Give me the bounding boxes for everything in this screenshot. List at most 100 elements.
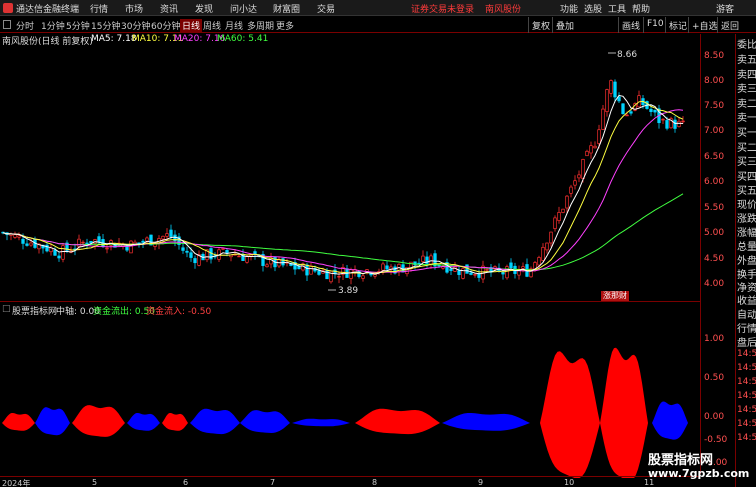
guest-user-label[interactable]: 游客 (716, 2, 734, 15)
candlestick-chart[interactable]: 8.66 3.89 (0, 46, 700, 301)
tick-time: 14:56 (737, 405, 756, 415)
candle-body (361, 275, 365, 279)
mark-button[interactable]: 标记 (665, 17, 690, 33)
candle-body (621, 103, 625, 115)
menu-item-quotes[interactable]: 行情 (90, 2, 108, 15)
candle-body (469, 272, 473, 275)
candle-body (13, 234, 17, 238)
price-tick: 5.00 (704, 228, 725, 238)
candle-body (613, 81, 617, 98)
menu-item-ask[interactable]: 问小达 (230, 2, 257, 15)
login-status-link[interactable]: 证券交易未登录 (411, 2, 474, 15)
period-toolbar: 分时 1分钟 5分钟 15分钟 30分钟 60分钟 日线 周线 月线 多周期 更… (0, 17, 756, 33)
overlay-button[interactable]: 叠加 (552, 17, 577, 33)
menu-item-trade[interactable]: 交易 (317, 2, 335, 15)
candle-body (297, 265, 301, 270)
candle-body (137, 242, 141, 244)
watermark-title: 股票指标网 (648, 453, 714, 468)
candle-body (601, 108, 605, 130)
panel-item-after-hours[interactable]: 盘后 (737, 334, 756, 349)
f10-button[interactable]: F10 (643, 17, 667, 33)
candle-body (485, 269, 489, 271)
panel-item-buy5: 买五 (737, 186, 756, 197)
inflow-area (72, 405, 125, 437)
candle-body (577, 174, 581, 179)
tab-more[interactable]: 更多 (276, 19, 294, 32)
adjust-button[interactable]: 复权 (528, 17, 553, 33)
tab-multi-period[interactable]: 多周期 (247, 19, 274, 32)
menu-item-discover[interactable]: 发现 (195, 2, 213, 15)
price-tick: 4.50 (704, 254, 725, 264)
candle-body (161, 235, 165, 240)
inflow-area (2, 413, 35, 431)
panel-item-quote[interactable]: 行情 (737, 320, 756, 335)
draw-button[interactable]: 画线 (618, 17, 643, 33)
tab-timeshare[interactable]: 分时 (16, 19, 34, 32)
panel-item-sell4: 卖四 (737, 70, 756, 81)
date-label: 7 (270, 478, 276, 487)
candle-body (421, 255, 425, 262)
tab-1min[interactable]: 1分钟 (41, 19, 65, 32)
tab-weekly[interactable]: 周线 (203, 19, 221, 32)
panel-item-buy1: 买一 (737, 128, 756, 139)
panel-item-sell2: 卖二 (737, 99, 756, 110)
outflow-area (190, 408, 240, 435)
ma60-label: MA60: 5.41 (217, 34, 269, 44)
candle-body (537, 257, 541, 266)
candle-body (193, 258, 197, 264)
menu-item-help[interactable]: 帮助 (632, 2, 650, 15)
indicator-tick: 0.50 (704, 373, 725, 383)
candle-body (605, 89, 609, 113)
capital-flow-indicator-chart[interactable] (0, 302, 700, 478)
menu-item-select[interactable]: 选股 (584, 2, 602, 15)
panel-item-price: 现价 (737, 200, 756, 211)
candle-body (649, 108, 653, 112)
inflow-area (540, 351, 600, 478)
indicator-tick: 1.00 (704, 334, 725, 344)
limit-up-badge: 涨那财 (601, 291, 629, 301)
tab-15min[interactable]: 15分钟 (91, 19, 120, 32)
panel-item-weibi: 委比 (737, 40, 756, 51)
back-button[interactable]: 返回 (717, 17, 742, 33)
candle-body (77, 238, 81, 247)
tab-5min[interactable]: 5分钟 (66, 19, 90, 32)
outflow-area (127, 413, 160, 431)
tab-daily[interactable]: 日线 (180, 19, 203, 32)
menu-item-function[interactable]: 功能 (560, 2, 578, 15)
menu-item-tools[interactable]: 工具 (608, 2, 626, 15)
tick-time: 14:56 (737, 419, 756, 429)
panel-item-auto[interactable]: 自动 (737, 306, 756, 321)
candle-body (429, 255, 433, 265)
candle-body (97, 236, 101, 242)
candle-body (265, 264, 269, 268)
tick-time: 14:56 (737, 391, 756, 401)
date-label: 10 (564, 478, 575, 487)
tab-monthly[interactable]: 月线 (225, 19, 243, 32)
candle-body (385, 265, 389, 270)
add-watchlist-button[interactable]: +自选 (688, 17, 721, 33)
tab-60min[interactable]: 60分钟 (151, 19, 180, 32)
candle-body (681, 120, 685, 123)
price-tick: 6.00 (704, 177, 725, 187)
candle-body (129, 240, 133, 254)
menu-item-news[interactable]: 资讯 (160, 2, 178, 15)
indicator-shapes-group (2, 347, 688, 478)
price-tick: 6.50 (704, 152, 725, 162)
price-tick: 7.00 (704, 126, 725, 136)
candle-body (253, 251, 257, 255)
title-bar: 通达信金融终端 行情 市场 资讯 发现 问小达 财富圈 交易 证券交易未登录 南… (0, 0, 756, 16)
chart-header: 南风股份(日线 前复权) MA5: 7.18 MA10: 7.11 MA20: … (0, 34, 700, 47)
menu-item-wealth[interactable]: 财富圈 (273, 2, 300, 15)
layout-toggle-icon[interactable] (3, 20, 11, 29)
candle-body (21, 238, 25, 244)
price-tick: 8.00 (704, 76, 725, 86)
candle-body (105, 247, 109, 250)
tab-30min[interactable]: 30分钟 (121, 19, 150, 32)
candle-body (477, 273, 481, 278)
ma10-line (2, 100, 684, 275)
candle-body (53, 249, 57, 256)
candle-body (349, 269, 353, 279)
menu-item-market[interactable]: 市场 (125, 2, 143, 15)
date-axis: 2024年 5 6 7 8 9 10 11 (0, 476, 700, 487)
inflow-area (600, 347, 648, 478)
